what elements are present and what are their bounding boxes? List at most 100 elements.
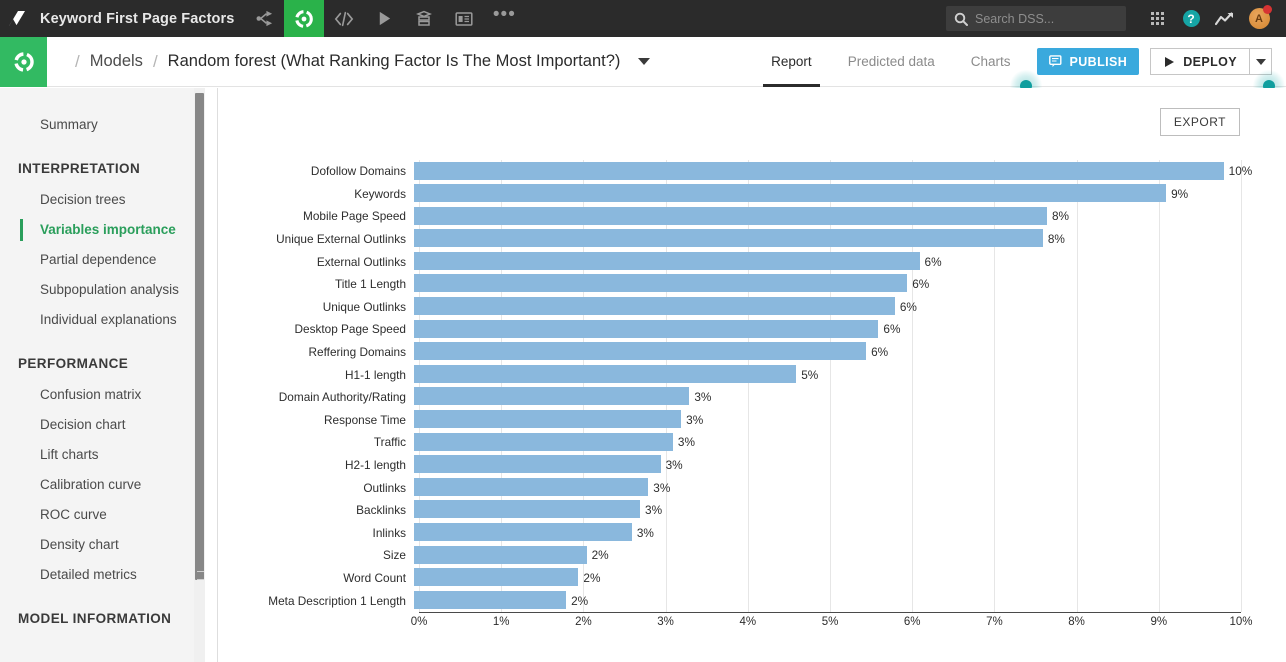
deploy-dropdown-toggle[interactable] xyxy=(1249,48,1272,75)
chart-bar[interactable] xyxy=(414,568,579,587)
chart-bar[interactable] xyxy=(414,229,1043,248)
dataiku-logo-icon[interactable] xyxy=(0,0,34,37)
chart-bar[interactable] xyxy=(414,455,661,474)
sidebar-top-group: Summary xyxy=(0,88,205,140)
avatar[interactable]: A xyxy=(1242,0,1276,37)
search-icon xyxy=(954,12,968,26)
chart-bar[interactable] xyxy=(414,477,649,496)
sidebar-item-subpopulation-analysis[interactable]: Subpopulation analysis xyxy=(0,275,205,305)
tab-charts[interactable]: Charts xyxy=(953,37,1029,87)
chart-bar-wrap: 3% xyxy=(414,522,1241,545)
help-circle-icon[interactable]: ? xyxy=(1174,0,1208,37)
sidebar-scrollbar-thumb[interactable] xyxy=(195,93,204,580)
chart-row[interactable]: Keywords 9% xyxy=(218,183,1241,206)
apps-grid-icon[interactable] xyxy=(1140,0,1174,37)
chart-row[interactable]: Mobile Page Speed 8% xyxy=(218,205,1241,228)
chart-bar-value: 6% xyxy=(883,322,901,337)
sidebar-item-decision-chart[interactable]: Decision chart xyxy=(0,410,205,440)
chart-row[interactable]: Desktop Page Speed 6% xyxy=(218,318,1241,341)
sidebar-heading-performance: PERFORMANCE xyxy=(18,356,129,371)
chart-bar[interactable] xyxy=(414,251,920,270)
chart-row[interactable]: Response Time 3% xyxy=(218,409,1241,432)
chart-row[interactable]: Unique Outlinks 6% xyxy=(218,296,1241,319)
lab-model-icon[interactable] xyxy=(284,0,325,37)
sidebar-item-roc-curve[interactable]: ROC curve xyxy=(0,500,205,530)
chart-bar[interactable] xyxy=(414,590,567,609)
chart-bar[interactable] xyxy=(414,545,587,564)
chart-bar[interactable] xyxy=(414,206,1047,225)
chart-row[interactable]: Word Count 2% xyxy=(218,567,1241,590)
flow-icon[interactable] xyxy=(244,0,284,37)
chart-bar[interactable] xyxy=(414,432,673,451)
play-icon[interactable] xyxy=(364,0,404,37)
chart-bar[interactable] xyxy=(414,184,1167,203)
database-icon[interactable] xyxy=(404,0,444,37)
chart-x-tick: 5% xyxy=(821,616,839,628)
chart-row[interactable]: Inlinks 3% xyxy=(218,522,1241,545)
code-icon[interactable] xyxy=(324,0,364,37)
project-logo-icon[interactable] xyxy=(0,36,47,87)
trend-up-icon[interactable] xyxy=(1208,0,1242,37)
export-button[interactable]: EXPORT xyxy=(1159,108,1240,136)
chart-row[interactable]: External Outlinks 6% xyxy=(218,250,1241,273)
sidebar-item-decision-trees[interactable]: Decision trees xyxy=(0,185,205,215)
project-title: Keyword First Page Factors xyxy=(40,10,235,27)
chart-bar[interactable] xyxy=(414,319,879,338)
chart-row-label: External Outlinks xyxy=(316,254,406,269)
chart-row[interactable]: Reffering Domains 6% xyxy=(218,341,1241,364)
sidebar-item-confusion-matrix[interactable]: Confusion matrix xyxy=(0,380,205,410)
chart-row[interactable]: H1-1 length 5% xyxy=(218,363,1241,386)
chart-bar[interactable] xyxy=(414,410,682,429)
chart-bar[interactable] xyxy=(414,274,908,293)
search-box[interactable] xyxy=(946,6,1126,31)
chart-row[interactable]: Title 1 Length 6% xyxy=(218,273,1241,296)
tab-predicted-data[interactable]: Predicted data xyxy=(830,37,953,87)
chart-bar[interactable] xyxy=(414,523,632,541)
chart-bar-value: 3% xyxy=(694,390,712,405)
chevron-down-icon[interactable] xyxy=(638,58,651,65)
sidebar-item-calibration-curve[interactable]: Calibration curve xyxy=(0,470,205,500)
sidebar-item-individual-explanations[interactable]: Individual explanations xyxy=(0,305,205,335)
sidebar-item-lift-charts[interactable]: Lift charts xyxy=(0,440,205,470)
chart-row[interactable]: H2-1 length 3% xyxy=(218,454,1241,477)
chart-row[interactable]: Dofollow Domains 10% xyxy=(218,160,1252,183)
sidebar-scrollbar[interactable] xyxy=(194,88,205,662)
chart-row-label: H2-1 length xyxy=(345,458,406,473)
chart-bar-value: 2% xyxy=(591,548,609,563)
chart-row[interactable]: Meta Description 1 Length 2% xyxy=(218,589,1241,612)
chart-bar[interactable] xyxy=(414,364,797,383)
sidebar-item-detailed-metrics[interactable]: Detailed metrics xyxy=(0,560,205,590)
chart-row[interactable]: Domain Authority/Rating 3% xyxy=(218,386,1241,409)
chart-bar[interactable] xyxy=(414,387,690,406)
subbar-actions: Report Predicted data Charts PUBLISH DEP… xyxy=(753,37,1286,87)
chart-row[interactable]: Backlinks 3% xyxy=(218,499,1241,522)
deploy-button[interactable]: DEPLOY xyxy=(1150,48,1249,75)
breadcrumb-models[interactable]: Models xyxy=(90,52,143,71)
dashboard-icon[interactable] xyxy=(444,0,484,37)
chart-bar[interactable] xyxy=(414,297,895,316)
chart-bar[interactable] xyxy=(414,500,641,519)
variables-importance-chart: Dofollow Domains 10% Keywords 9% Mobile Page… xyxy=(218,160,1253,650)
chart-row[interactable]: Outlinks 3% xyxy=(218,476,1241,499)
chart-bar-value: 3% xyxy=(636,525,654,540)
tab-report[interactable]: Report xyxy=(753,37,830,87)
publish-button[interactable]: PUBLISH xyxy=(1036,48,1140,75)
chart-row-label: Reffering Domains xyxy=(308,345,406,360)
chart-row[interactable]: Size 2% xyxy=(218,544,1241,567)
breadcrumb: / Models / Random forest (What Ranking F… xyxy=(47,52,651,72)
chart-bar-value: 6% xyxy=(899,299,917,314)
chart-bar-wrap: 6% xyxy=(414,318,1241,341)
chart-bar-wrap: 6% xyxy=(414,273,1241,296)
chart-row[interactable]: Traffic 3% xyxy=(218,431,1241,454)
chart-bar[interactable] xyxy=(414,342,867,361)
sidebar-item-partial-dependence[interactable]: Partial dependence xyxy=(0,245,205,275)
chart-bar[interactable] xyxy=(414,161,1224,180)
search-input[interactable] xyxy=(975,11,1115,26)
chart-row[interactable]: Unique External Outlinks 8% xyxy=(218,228,1241,251)
sidebar-item-summary[interactable]: Summary xyxy=(0,110,205,140)
sidebar-item-density-chart[interactable]: Density chart xyxy=(0,530,205,560)
chart-bar-value: 9% xyxy=(1171,186,1189,201)
chart-bar-wrap: 3% xyxy=(414,499,1241,522)
more-dots-icon[interactable]: ••• xyxy=(484,0,524,37)
sidebar-item-variables-importance[interactable]: Variables importance xyxy=(0,215,205,245)
